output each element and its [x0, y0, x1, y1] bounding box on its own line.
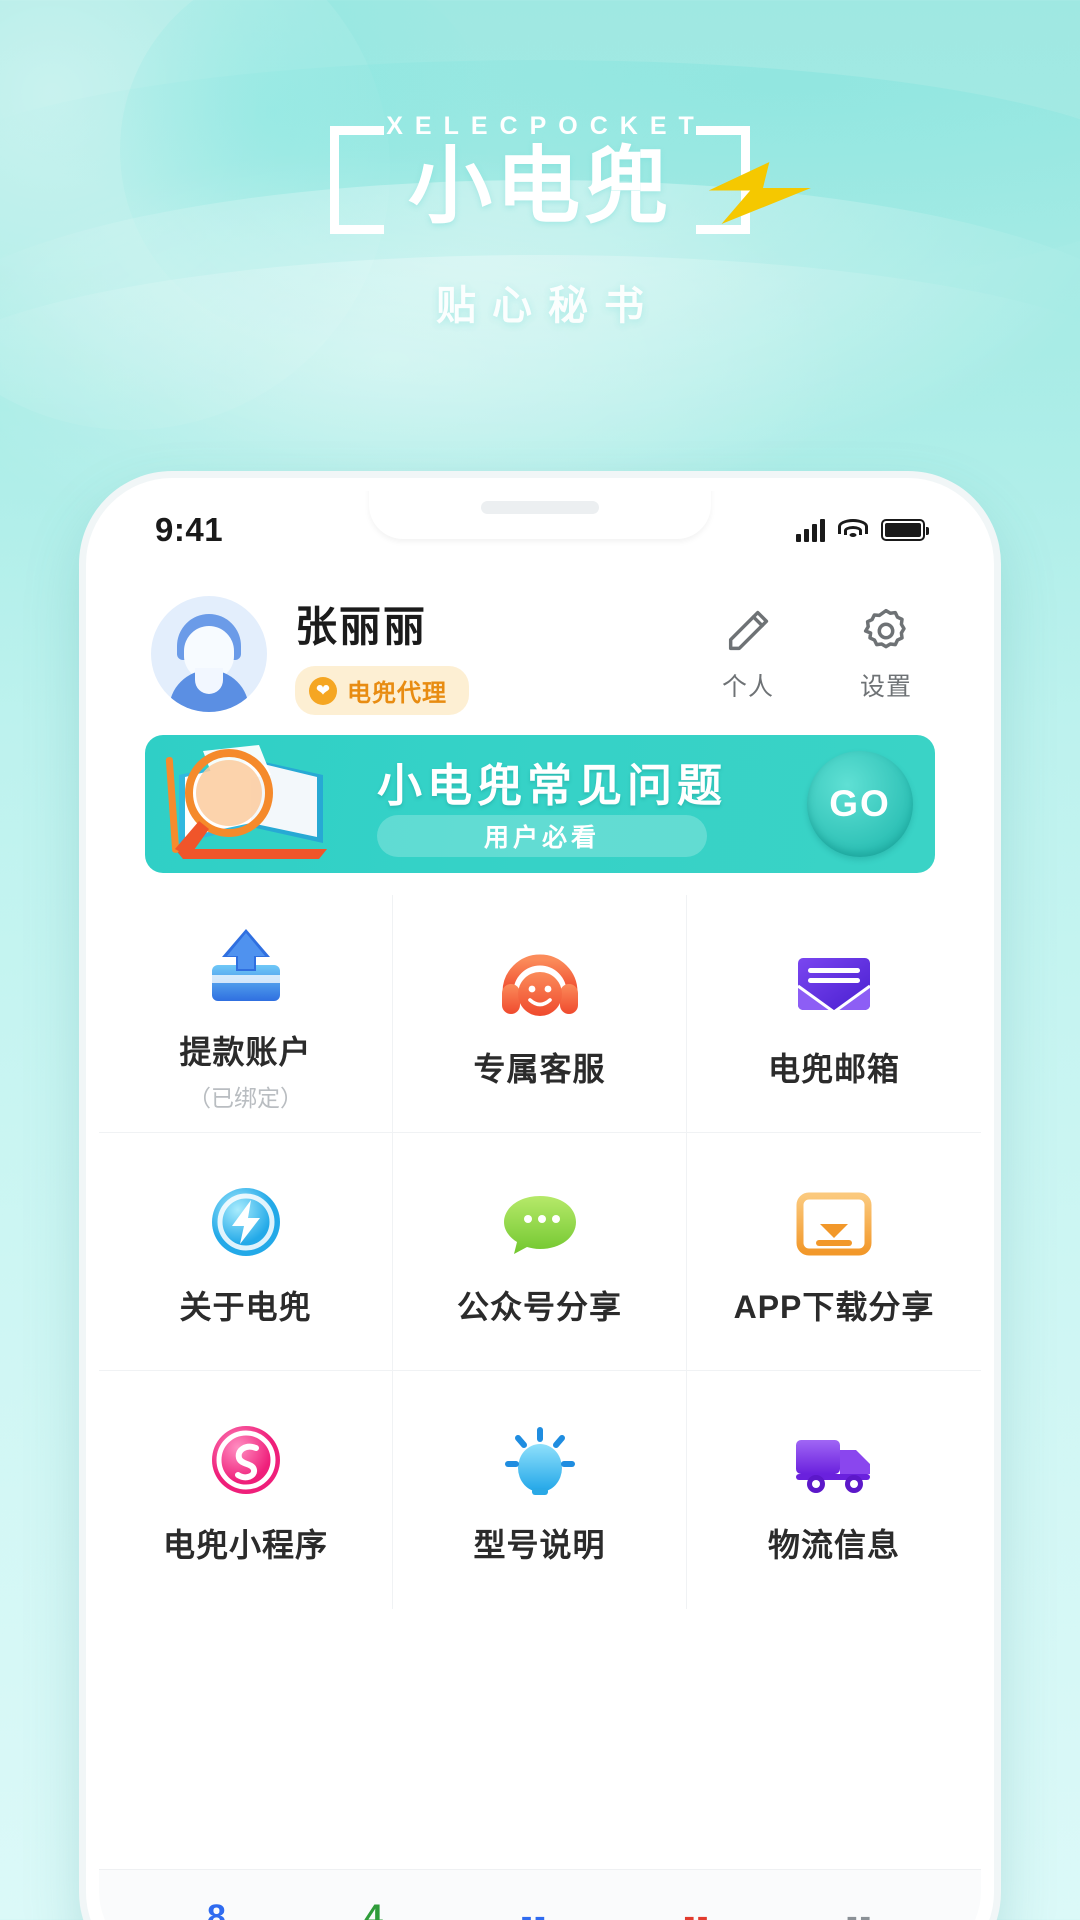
grid-label: APP下载分享 [733, 1288, 935, 1325]
lightning-badge-icon [194, 1170, 298, 1274]
status-badge[interactable]: ❤ 电兜代理 [295, 666, 469, 715]
bottom-item-4[interactable]: -- [846, 1898, 873, 1920]
brand-logo: XELECPOCKET 小电兜 贴心秘书 [0, 112, 1080, 331]
grid-item-mailbox[interactable]: 电兜邮箱 [687, 895, 981, 1133]
banner-subtitle-pill: 用户必看 [377, 815, 707, 857]
bottom-status-bar: 8 4 -- -- -- [99, 1869, 981, 1920]
banner-go-button[interactable]: GO [807, 751, 913, 857]
grid-label: 电兜邮箱 [767, 1050, 900, 1087]
mini-program-coin-icon [194, 1408, 298, 1512]
user-identity: 张丽丽 ❤ 电兜代理 [295, 593, 705, 715]
logo-chinese-text: 小电兜 [407, 137, 672, 235]
header-actions: 个人 设置 [705, 605, 929, 703]
status-bar: 9:41 [99, 491, 981, 569]
grid-label: 关于电兜 [179, 1288, 312, 1325]
grid-item-about[interactable]: 关于电兜 [99, 1133, 393, 1371]
user-name: 张丽丽 [295, 603, 428, 650]
grid-label: 电兜小程序 [162, 1527, 328, 1563]
mail-envelope-icon [782, 932, 886, 1036]
grid-item-logistics[interactable]: 物流信息 [687, 1371, 981, 1609]
faq-banner[interactable]: 小电兜常见问题 用户必看 GO [145, 735, 935, 873]
bottom-item-3[interactable]: -- [684, 1898, 711, 1920]
grid-label: 提款账户 [179, 1033, 312, 1070]
heart-verified-icon: ❤ [309, 676, 337, 705]
profile-edit-button[interactable]: 个人 [705, 605, 791, 703]
grid-item-mini-program[interactable]: 电兜小程序 [99, 1371, 393, 1609]
battery-full-icon [881, 519, 929, 541]
wifi-icon [838, 519, 868, 541]
earpiece-speaker [481, 501, 599, 514]
settings-button[interactable]: 设置 [843, 605, 929, 703]
grid-item-app-download[interactable]: APP下载分享 [687, 1133, 981, 1371]
gear-icon [860, 605, 912, 657]
grid-item-customer-service[interactable]: 专属客服 [393, 895, 687, 1133]
status-time: 9:41 [155, 511, 224, 548]
badge-label: 电兜代理 [347, 680, 447, 707]
status-indicators [796, 518, 929, 542]
grid-label: 物流信息 [767, 1527, 900, 1563]
logo-mark: XELECPOCKET 小电兜 [330, 112, 811, 243]
download-box-icon [782, 1170, 886, 1274]
grid-label: 型号说明 [473, 1527, 606, 1563]
phone-mockup: 9:41 张丽丽 ❤ 电兜代理 个人 设置 小电兜常见问题 用户必看 GO 提款… [86, 478, 994, 1920]
bulb-model-icon [488, 1408, 592, 1512]
user-avatar-icon[interactable] [151, 596, 267, 712]
magnifier-book-icon [151, 735, 361, 873]
bottom-item-1[interactable]: 4 [364, 1898, 385, 1920]
bottom-item-0[interactable]: 8 [207, 1898, 228, 1920]
profile-edit-label: 个人 [721, 673, 774, 701]
phone-screen: 9:41 张丽丽 ❤ 电兜代理 个人 设置 小电兜常见问题 用户必看 GO 提款… [99, 491, 981, 1920]
banner-subtitle: 用户必看 [483, 824, 600, 852]
withdraw-account-icon [194, 915, 298, 1019]
grid-label: 公众号分享 [456, 1288, 622, 1325]
bottom-item-2[interactable]: -- [521, 1898, 548, 1920]
settings-label: 设置 [859, 673, 912, 701]
profile-header: 张丽丽 ❤ 电兜代理 个人 设置 [99, 569, 981, 729]
headset-support-icon [488, 932, 592, 1036]
phone-notch [369, 491, 711, 539]
banner-title: 小电兜常见问题 [377, 760, 728, 811]
delivery-truck-icon [782, 1408, 886, 1512]
feature-grid: 提款账户 （已绑定） 专属客服 电兜邮箱 关于电兜 公众号分享 APP下载分享 … [99, 895, 981, 1609]
grid-item-model-info[interactable]: 型号说明 [393, 1371, 687, 1609]
pencil-icon [722, 605, 774, 657]
grid-item-wechat-share[interactable]: 公众号分享 [393, 1133, 687, 1371]
brand-tagline: 贴心秘书 [436, 284, 660, 328]
grid-sublabel: （已绑定） [188, 1084, 303, 1111]
signal-bars-icon [796, 518, 825, 542]
grid-label: 专属客服 [473, 1050, 606, 1087]
wechat-bubble-icon [488, 1170, 592, 1274]
grid-item-withdraw-account[interactable]: 提款账户 （已绑定） [99, 895, 393, 1133]
